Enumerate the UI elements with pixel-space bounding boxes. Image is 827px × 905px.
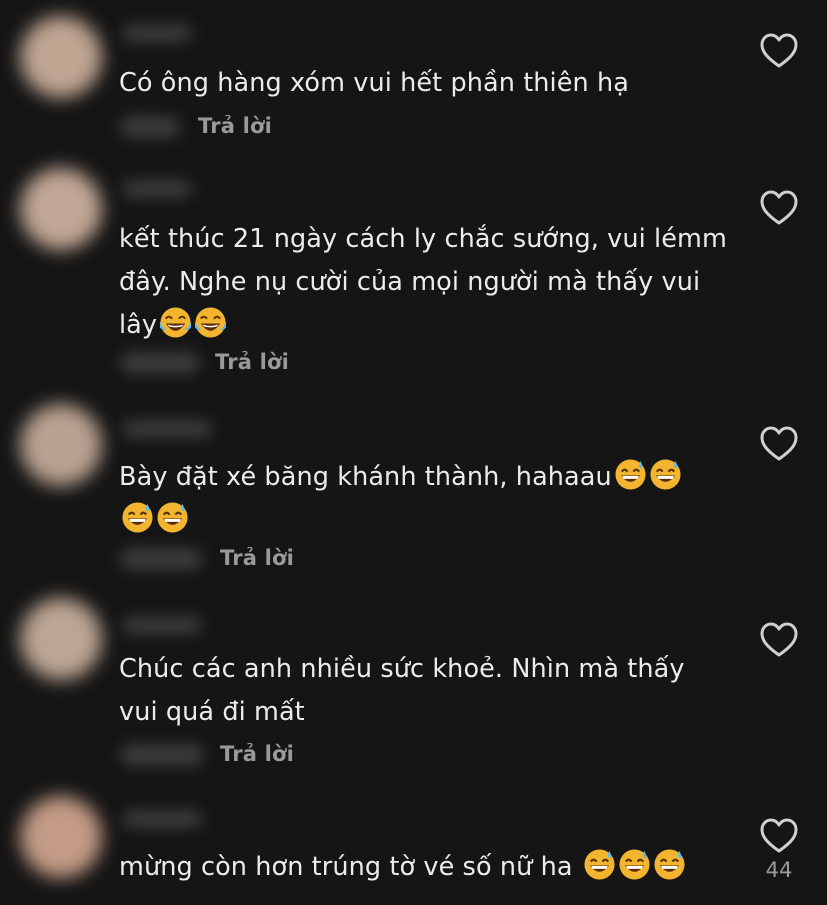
- grinning-face-with-sweat-icon: [653, 848, 686, 881]
- reply-button[interactable]: Trả lời: [198, 114, 272, 138]
- heart-outline-icon: [760, 190, 798, 225]
- timestamp-blurred: [120, 548, 202, 570]
- comments-panel: Có ông hàng xóm vui hết phần thiên hạ Tr…: [0, 0, 827, 905]
- comment-text: kết thúc 21 ngày cách ly chắc sướng, vui…: [119, 218, 739, 347]
- reply-button[interactable]: Trả lời: [220, 742, 294, 766]
- timestamp-blurred: [120, 744, 204, 766]
- avatar[interactable]: [20, 598, 102, 680]
- username-blurred[interactable]: [122, 180, 192, 198]
- grinning-face-with-sweat-icon: [156, 501, 189, 534]
- reply-button[interactable]: Trả lời: [215, 350, 289, 374]
- username-blurred[interactable]: [122, 616, 202, 634]
- grinning-face-with-sweat-icon: [121, 501, 154, 534]
- comment-text: Có ông hàng xóm vui hết phần thiên hạ: [119, 62, 729, 105]
- comment-text-content: Bày đặt xé băng khánh thành, hahaau: [119, 462, 612, 492]
- username-blurred[interactable]: [122, 810, 202, 828]
- comment-text: mừng còn hơn trúng tờ vé số nữ ha: [119, 846, 739, 889]
- grinning-face-with-sweat-icon: [614, 458, 647, 491]
- grinning-face-with-sweat-icon: [583, 848, 616, 881]
- heart-outline-icon: [760, 622, 798, 657]
- avatar[interactable]: [20, 168, 102, 250]
- like-button[interactable]: [760, 818, 798, 854]
- like-button[interactable]: [760, 33, 798, 69]
- username-blurred[interactable]: [122, 24, 192, 42]
- comment-text: Bày đặt xé băng khánh thành, hahaau: [119, 456, 709, 542]
- timestamp-blurred: [120, 116, 180, 138]
- face-with-tears-of-joy-icon: [194, 306, 227, 339]
- username-blurred[interactable]: [122, 420, 212, 438]
- avatar[interactable]: [20, 404, 102, 486]
- comment-text-content: mừng còn hơn trúng tờ vé số nữ ha: [119, 852, 581, 882]
- face-with-tears-of-joy-icon: [159, 306, 192, 339]
- grinning-face-with-sweat-icon: [618, 848, 651, 881]
- like-button[interactable]: [760, 622, 798, 658]
- avatar[interactable]: [20, 16, 102, 98]
- comment-text-content: Chúc các anh nhiều sức khoẻ. Nhìn mà thấ…: [119, 654, 685, 727]
- timestamp-blurred: [120, 352, 200, 374]
- heart-outline-icon: [760, 426, 798, 461]
- heart-outline-icon: [760, 33, 798, 68]
- heart-outline-icon: [760, 818, 798, 853]
- grinning-face-with-sweat-icon: [649, 458, 682, 491]
- reply-button[interactable]: Trả lời: [220, 546, 294, 570]
- comment-text: Chúc các anh nhiều sức khoẻ. Nhìn mà thấ…: [119, 648, 719, 734]
- like-button[interactable]: [760, 426, 798, 462]
- comment-text-content: Có ông hàng xóm vui hết phần thiên hạ: [119, 68, 629, 98]
- like-count: 44: [765, 858, 793, 882]
- avatar[interactable]: [20, 796, 102, 878]
- like-button[interactable]: [760, 190, 798, 226]
